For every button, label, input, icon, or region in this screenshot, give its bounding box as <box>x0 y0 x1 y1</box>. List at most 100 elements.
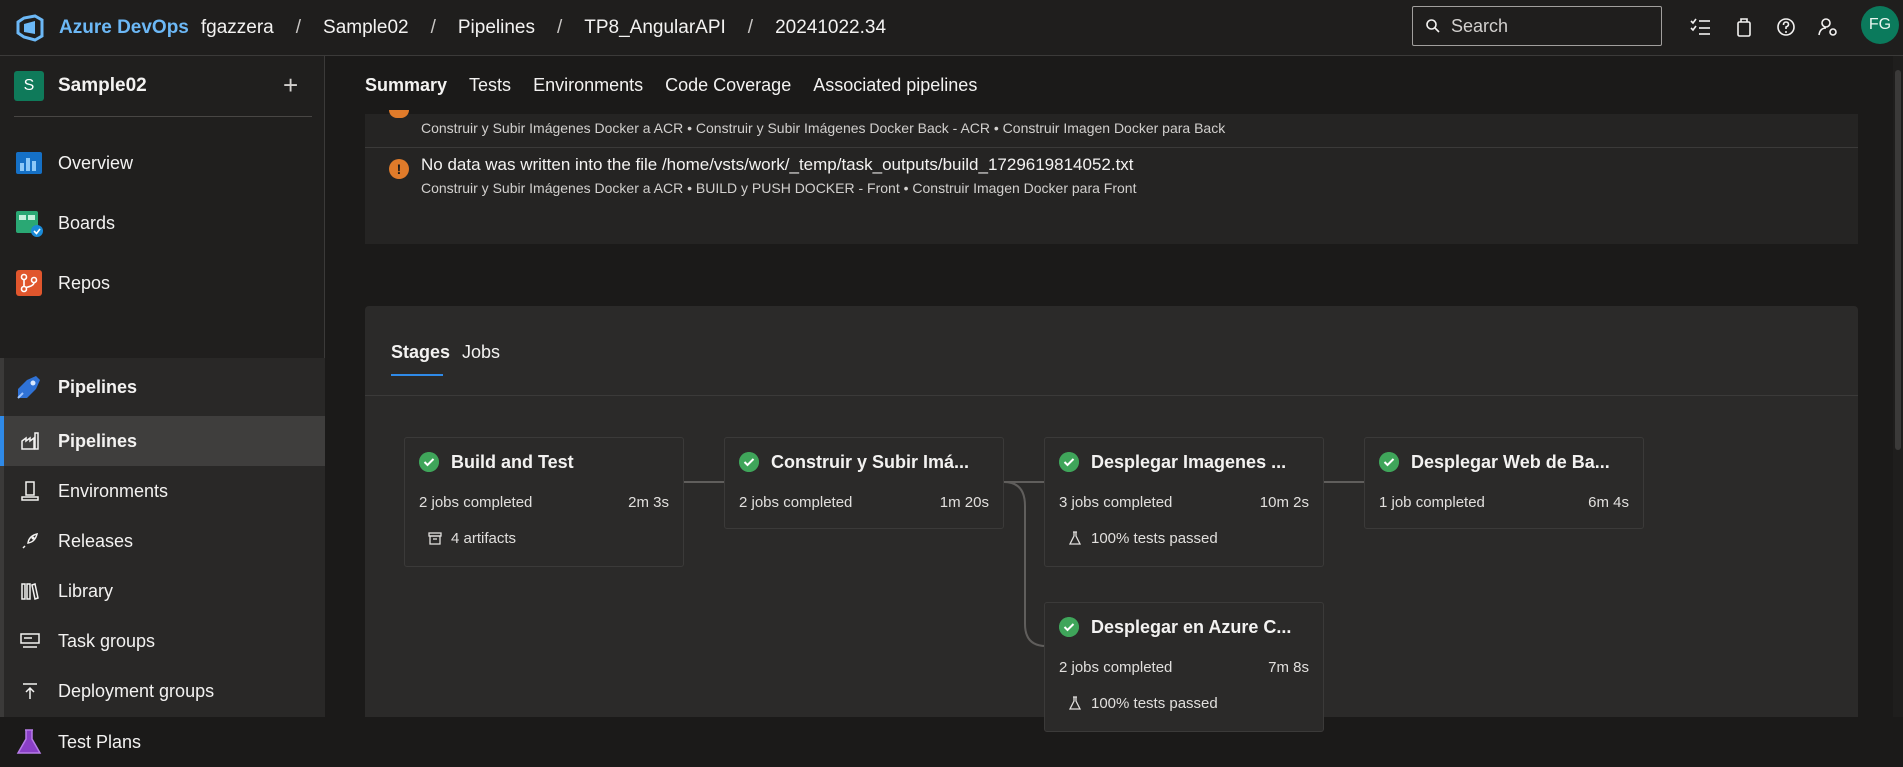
pipelines-icon <box>17 376 40 399</box>
stage-name: Build and Test <box>451 452 574 472</box>
breadcrumb-separator: / <box>747 16 754 38</box>
sidebar-subitem-pipelines[interactable]: Pipelines <box>0 416 325 466</box>
repos-icon <box>16 270 42 296</box>
sidebar-item-label: Pipelines <box>58 376 138 397</box>
stage-card[interactable]: Desplegar en Azure C... 2 jobs completed… <box>1044 602 1324 732</box>
breadcrumb-run[interactable]: 20241022.34 <box>775 17 886 39</box>
divider <box>14 116 312 117</box>
stage-duration: 10m 2s <box>1259 494 1309 511</box>
help-icon[interactable] <box>1773 14 1799 40</box>
releases-rocket-icon <box>22 532 39 549</box>
stage-jobs: 2 jobs completed <box>419 494 533 511</box>
artifact-box-icon <box>428 532 442 545</box>
stage-duration: 6m 4s <box>1588 494 1629 511</box>
breadcrumb-separator: / <box>430 16 436 38</box>
stage-duration: 7m 8s <box>1268 659 1309 676</box>
avatar[interactable]: FG <box>1861 6 1899 44</box>
sidebar-subitem-deployment-groups[interactable]: Deployment groups <box>0 666 325 716</box>
azure-devops-logo-icon[interactable] <box>15 13 45 43</box>
stage-jobs: 1 job completed <box>1379 494 1485 511</box>
deployment-groups-icon <box>23 683 37 699</box>
warning-path: Construir y Subir Imágenes Docker a ACR … <box>421 120 1226 136</box>
search-icon <box>1426 19 1440 33</box>
tab-code-coverage[interactable]: Code Coverage <box>665 75 791 96</box>
success-check-icon <box>1059 452 1079 472</box>
sidebar-item-label: Overview <box>58 152 134 173</box>
sidebar-item-label: Repos <box>58 272 111 293</box>
sidebar-item-test-plans[interactable]: Test Plans <box>0 717 325 767</box>
user-settings-icon[interactable] <box>1815 14 1841 40</box>
search-box[interactable] <box>1412 6 1662 46</box>
sidebar-item-overview[interactable]: Overview <box>0 133 325 193</box>
marketplace-bag-icon[interactable] <box>1731 14 1757 40</box>
warning-title[interactable]: No data was written into the file /home/… <box>421 155 1134 175</box>
stage-card[interactable]: Build and Test 2 jobs completed 2m 3s 4 … <box>404 437 684 567</box>
warning-icon <box>389 110 409 118</box>
test-flask-icon <box>1068 531 1082 545</box>
task-groups-icon <box>20 633 40 648</box>
breadcrumb-pipelines[interactable]: Pipelines <box>458 17 535 39</box>
success-check-icon <box>1379 452 1399 472</box>
tab-tests[interactable]: Tests <box>469 75 511 96</box>
add-button[interactable]: + <box>283 70 298 101</box>
top-bar: Azure DevOps fgazzera / Sample02 / Pipel… <box>0 0 1903 56</box>
left-navigation: S Sample02 + Overview Boards Repos Pipel… <box>0 56 325 754</box>
sidebar-item-label: Environments <box>58 480 169 501</box>
boards-icon <box>16 211 43 237</box>
stage-card[interactable]: Construir y Subir Imá... 2 jobs complete… <box>724 437 1004 529</box>
stage-tests-link[interactable]: 100% tests passed <box>1091 530 1218 547</box>
stage-duration: 2m 3s <box>628 494 669 511</box>
sidebar-item-label: Deployment groups <box>58 680 215 701</box>
brand-link[interactable]: Azure DevOps <box>59 17 189 39</box>
task-list-icon[interactable] <box>1688 14 1714 40</box>
sidebar-item-label: Test Plans <box>58 731 142 752</box>
sidebar-subitem-releases[interactable]: Releases <box>0 516 325 566</box>
divider <box>365 147 1858 148</box>
stage-card[interactable]: Desplegar Web de Ba... 1 job completed 6… <box>1364 437 1644 529</box>
tab-associated-pipelines[interactable]: Associated pipelines <box>813 75 977 96</box>
success-check-icon <box>1059 617 1079 637</box>
sidebar-subitem-environments[interactable]: Environments <box>0 466 325 516</box>
sidebar-subitem-library[interactable]: Library <box>0 566 325 616</box>
project-avatar: S <box>14 71 44 101</box>
stage-tests-link[interactable]: 100% tests passed <box>1091 695 1218 712</box>
warning-path: Construir y Subir Imágenes Docker a ACR … <box>421 180 1137 196</box>
selection-indicator <box>0 416 4 466</box>
breadcrumb-project[interactable]: Sample02 <box>323 17 409 39</box>
warnings-panel: Construir y Subir Imágenes Docker a ACR … <box>365 110 1858 244</box>
test-plans-flask-icon <box>16 729 42 754</box>
success-check-icon <box>739 452 759 472</box>
search-input[interactable] <box>1451 15 1651 37</box>
stage-duration: 1m 20s <box>939 494 989 511</box>
stage-jobs: 3 jobs completed <box>1059 494 1173 511</box>
stage-name: Desplegar en Azure C... <box>1091 617 1292 637</box>
breadcrumb-separator: / <box>295 16 302 38</box>
breadcrumb-org[interactable]: fgazzera <box>201 17 274 39</box>
stage-artifacts-link[interactable]: 4 artifacts <box>451 530 516 547</box>
sidebar-item-repos[interactable]: Repos <box>0 253 325 313</box>
library-books-icon <box>21 583 39 600</box>
warning-icon: ! <box>389 159 409 179</box>
tab-environments[interactable]: Environments <box>533 75 643 96</box>
sidebar-item-pipelines[interactable]: Pipelines <box>0 358 325 416</box>
sidebar-item-label: Task groups <box>58 630 156 651</box>
stage-name: Desplegar Web de Ba... <box>1411 452 1610 472</box>
project-header[interactable]: S Sample02 + <box>0 56 324 116</box>
scrollbar-thumb[interactable] <box>1895 70 1901 450</box>
sidebar-item-label: Library <box>58 580 114 601</box>
stage-jobs: 2 jobs completed <box>739 494 853 511</box>
stages-panel: Stages Jobs Build and Test 2 jobs comple… <box>365 306 1858 732</box>
project-name[interactable]: Sample02 <box>58 75 147 97</box>
sidebar-item-label: Releases <box>58 530 134 551</box>
main-content: Summary Tests Environments Code Coverage… <box>326 56 1903 732</box>
run-tabs: Summary Tests Environments Code Coverage… <box>326 56 1903 114</box>
stage-card[interactable]: Desplegar Imagenes ... 3 jobs completed … <box>1044 437 1324 567</box>
success-check-icon <box>419 452 439 472</box>
tab-summary[interactable]: Summary <box>365 75 447 96</box>
sidebar-item-label: Boards <box>58 212 116 233</box>
test-flask-icon <box>1068 696 1082 710</box>
sidebar-subitem-task-groups[interactable]: Task groups <box>0 616 325 666</box>
stage-name: Desplegar Imagenes ... <box>1091 452 1287 472</box>
sidebar-item-boards[interactable]: Boards <box>0 193 325 253</box>
breadcrumb-pipeline-name[interactable]: TP8_AngularAPI <box>584 17 726 39</box>
